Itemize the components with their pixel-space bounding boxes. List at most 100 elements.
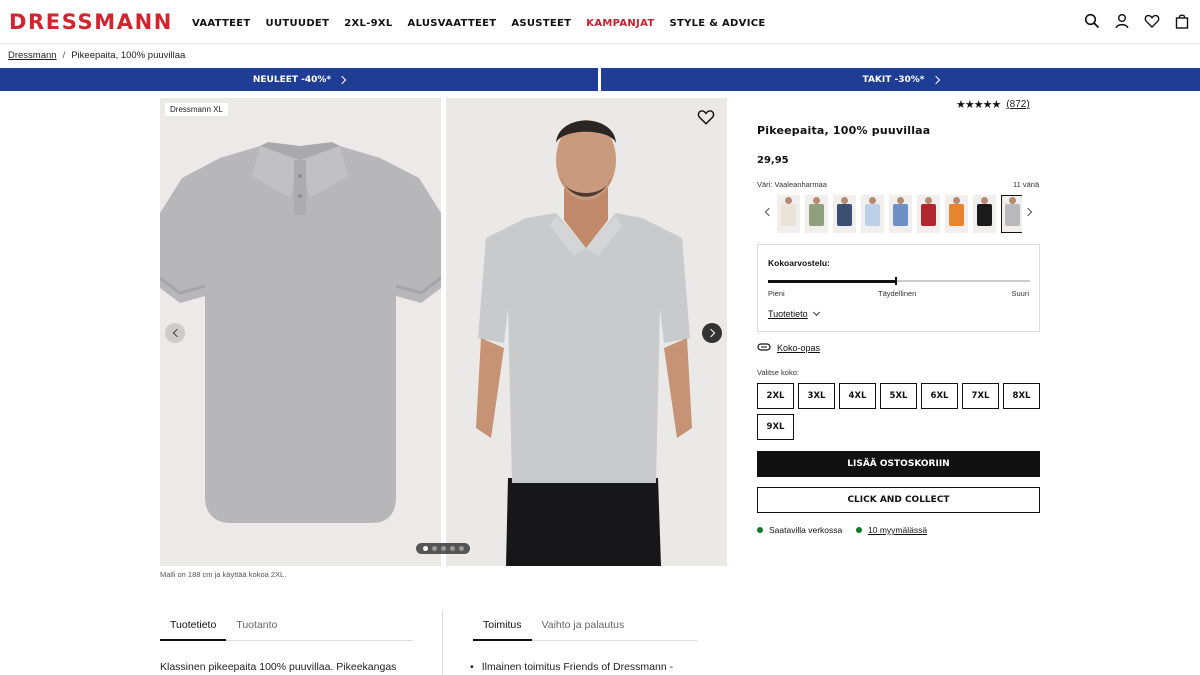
color-swatch[interactable] (833, 195, 856, 233)
color-swatch[interactable] (1001, 195, 1022, 233)
product-title: Pikeepaita, 100% puuvillaa (757, 124, 931, 137)
product-rating: ★★★★★ (872) (956, 98, 1030, 111)
dressmann-logo[interactable]: DRESSMANN (9, 10, 173, 34)
swatch-prev-icon[interactable] (764, 207, 774, 217)
swatch-model-head (925, 197, 932, 204)
tab-vaihto-ja-palautus[interactable]: Vaihto ja palautus (532, 610, 635, 641)
size-option-9xl[interactable]: 9XL (757, 414, 794, 440)
delivery-bullet: Ilmainen toimitus Friends of Dressmann - (470, 661, 673, 673)
nav-item-uutuudet[interactable]: UUTUUDET (266, 18, 330, 29)
swatch-model-head (869, 197, 876, 204)
size-option-3xl[interactable]: 3XL (798, 383, 835, 409)
swatch-shirt (809, 204, 824, 226)
gallery-next-button[interactable] (702, 323, 722, 343)
nav-item-asusteet[interactable]: ASUSTEET (511, 18, 571, 29)
tab-tuotetieto[interactable]: Tuotetieto (160, 610, 227, 641)
size-guide-link[interactable]: Koko-opas (757, 342, 820, 354)
swatch-model-head (953, 197, 960, 204)
site-header: DRESSMANN VAATTEET UUTUUDET 2XL-9XL ALUS… (0, 0, 1200, 44)
size-option-6xl[interactable]: 6XL (921, 383, 958, 409)
delivery-tabs: Toimitus Vaihto ja palautus (473, 610, 697, 641)
breadcrumb-home[interactable]: Dressmann (8, 50, 57, 61)
product-tabs: Tuotetieto Tuotanto (160, 610, 413, 641)
product-info-toggle[interactable]: Tuotetieto (768, 308, 820, 319)
header-icons (1084, 13, 1190, 29)
nav-item-style-advice[interactable]: STYLE & ADVICE (669, 18, 765, 29)
product-price: 29,95 (757, 155, 789, 166)
availability-online-label: Saatavilla verkossa (769, 525, 843, 535)
color-swatch[interactable] (805, 195, 828, 233)
gallery-dot[interactable] (440, 546, 446, 551)
color-swatch[interactable] (973, 195, 996, 233)
gallery-dot[interactable] (458, 546, 464, 551)
promo-label: TAKIT -30%* (862, 74, 925, 85)
section-divider (442, 610, 443, 675)
product-info-label: Tuotetieto (768, 309, 808, 319)
wishlist-heart-icon[interactable] (697, 108, 715, 126)
product-image-model[interactable] (446, 98, 727, 566)
account-icon[interactable] (1114, 13, 1130, 29)
tab-tuotanto[interactable]: Tuotanto (226, 610, 287, 641)
color-count: 11 väriä (1013, 180, 1040, 189)
size-option-7xl[interactable]: 7XL (962, 383, 999, 409)
swatch-model-head (1009, 197, 1016, 204)
product-image-flat[interactable]: Dressmann XL (160, 98, 441, 566)
search-icon[interactable] (1084, 13, 1100, 29)
nav-item-kampanjat[interactable]: KAMPANJAT (586, 18, 654, 29)
gallery-dot[interactable] (449, 546, 455, 551)
size-select-label: Valitse koko: (757, 368, 799, 377)
promo-banner-takit[interactable]: TAKIT -30%* (601, 68, 1200, 91)
model-note: Malli on 188 cm ja käyttää kokoa 2XL. (160, 570, 287, 579)
gallery-dot[interactable] (422, 546, 428, 551)
color-swatch[interactable] (861, 195, 884, 233)
add-to-cart-button[interactable]: LISÄÄ OSTOSKORIIN (757, 451, 1040, 477)
swatch-model-head (841, 197, 848, 204)
breadcrumb-current: Pikeepaita, 100% puuvillaa (71, 50, 186, 61)
gallery-dot[interactable] (431, 546, 437, 551)
gallery-pagination (416, 543, 470, 554)
model-illustration (446, 98, 727, 566)
click-and-collect-button[interactable]: CLICK AND COLLECT (757, 487, 1040, 513)
size-guide-label: Koko-opas (777, 343, 821, 353)
shirt-illustration (160, 142, 441, 523)
promo-banner-neuleet[interactable]: NEULEET -40%* (0, 68, 598, 91)
color-swatches (777, 195, 1022, 233)
nav-item-alusvaatteet[interactable]: ALUSVAATTEET (408, 18, 497, 29)
swatch-shirt (865, 204, 880, 226)
chevron-down-icon (812, 308, 820, 317)
bag-icon[interactable] (1174, 13, 1190, 29)
swatch-shirt (949, 204, 964, 226)
fit-scale-marker (895, 277, 898, 285)
color-swatch[interactable] (945, 195, 968, 233)
size-option-2xl[interactable]: 2XL (757, 383, 794, 409)
swatch-next-icon[interactable] (1023, 207, 1033, 217)
chevron-right-icon (706, 328, 716, 338)
color-swatch[interactable] (889, 195, 912, 233)
tab-toimitus[interactable]: Toimitus (473, 610, 532, 641)
swatch-shirt (837, 204, 852, 226)
ruler-icon (757, 342, 771, 354)
size-option-8xl[interactable]: 8XL (1003, 383, 1040, 409)
rating-count-link[interactable]: (872) (1006, 99, 1029, 110)
fit-mid-label: Täydellinen (878, 289, 917, 298)
availability-stores: 10 myymälässä (856, 525, 927, 535)
color-swatch[interactable] (917, 195, 940, 233)
breadcrumb-separator: / (62, 50, 66, 61)
swatch-shirt (921, 204, 936, 226)
nav-item-vaatteet[interactable]: VAATTEET (192, 18, 251, 29)
rating-stars: ★★★★★ (956, 99, 1001, 111)
status-dot-icon (856, 527, 862, 533)
color-swatch[interactable] (777, 195, 800, 233)
nav-item-2xl-9xl[interactable]: 2XL-9XL (344, 18, 392, 29)
size-option-5xl[interactable]: 5XL (880, 383, 917, 409)
fit-high-label: Suuri (1011, 289, 1029, 298)
store-availability-link[interactable]: 10 myymälässä (868, 525, 927, 535)
gallery-prev-button[interactable] (165, 323, 185, 343)
chevron-left-icon (172, 328, 181, 338)
main-nav: VAATTEET UUTUUDET 2XL-9XL ALUSVAATTEET A… (192, 18, 781, 29)
size-option-4xl[interactable]: 4XL (839, 383, 876, 409)
heart-icon[interactable] (1144, 13, 1160, 29)
swatch-shirt (781, 204, 796, 226)
swatch-shirt (893, 204, 908, 226)
brand-tag: Dressmann XL (165, 103, 228, 116)
